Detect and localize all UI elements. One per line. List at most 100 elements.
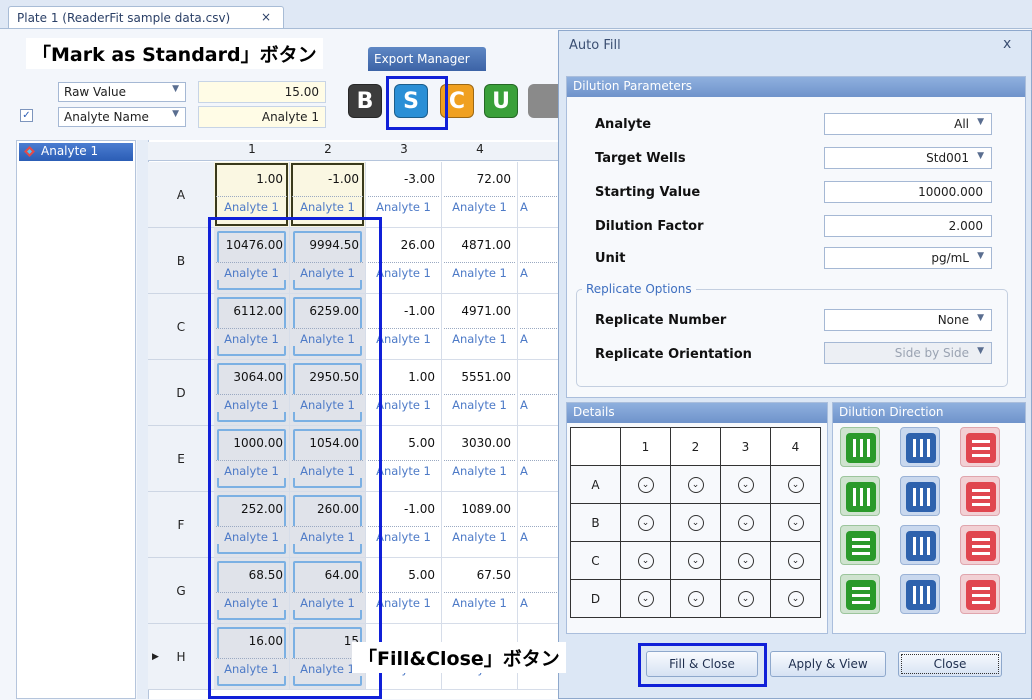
target-wells-select[interactable]: Std001 ▼ bbox=[824, 147, 992, 169]
details-cell[interactable]: ⌄ bbox=[770, 579, 821, 618]
standard-wells-highlight bbox=[208, 217, 382, 699]
close-button[interactable]: Close bbox=[898, 651, 1002, 677]
row-header[interactable]: B bbox=[148, 228, 214, 294]
replicate-number-select[interactable]: None ▼ bbox=[824, 309, 992, 331]
well-value: 4871.00 bbox=[461, 238, 511, 252]
close-tab-icon[interactable]: × bbox=[261, 10, 271, 24]
details-cell[interactable]: ⌄ bbox=[720, 465, 771, 504]
analyte-list-item[interactable]: Analyte 1 bbox=[19, 143, 133, 161]
analyte-label: Analyte bbox=[595, 117, 652, 132]
dilution-direction-button[interactable] bbox=[900, 427, 940, 467]
unit-select[interactable]: pg/mL ▼ bbox=[824, 247, 992, 269]
details-cell[interactable]: ⌄ bbox=[670, 465, 721, 504]
mark-blank-button[interactable]: B bbox=[348, 84, 382, 118]
well-analyte-label: Analyte 1 bbox=[444, 262, 515, 280]
document-tab[interactable]: Plate 1 (ReaderFit sample data.csv) × bbox=[8, 6, 284, 28]
dialog-close-icon[interactable]: x bbox=[1003, 36, 1011, 52]
name-value-field[interactable]: Analyte 1 bbox=[198, 106, 326, 128]
well-analyte-label: Analyte 1 bbox=[444, 196, 515, 214]
chevron-down-icon: ▼ bbox=[977, 346, 984, 356]
display-mode-select[interactable]: Raw Value ▼ bbox=[58, 82, 186, 102]
name-mode-select[interactable]: Analyte Name ▼ bbox=[58, 107, 186, 127]
plate-well[interactable]: 4971.00 Analyte 1 bbox=[442, 294, 518, 360]
well-value: 5.00 bbox=[408, 436, 435, 450]
starting-value-input[interactable]: 10000.000 bbox=[824, 181, 992, 203]
plate-well[interactable]: 67.50 Analyte 1 bbox=[442, 558, 518, 624]
details-cell[interactable]: ⌄ bbox=[670, 579, 721, 618]
dilution-direction-button[interactable] bbox=[960, 427, 1000, 467]
dilution-direction-button[interactable] bbox=[840, 476, 880, 516]
chevron-down-icon: ▼ bbox=[977, 313, 984, 323]
column-header[interactable] bbox=[518, 142, 561, 161]
analyte-select-value: All bbox=[954, 117, 969, 131]
details-cell[interactable]: ⌄ bbox=[770, 503, 821, 542]
analyte-select[interactable]: All ▼ bbox=[824, 113, 992, 135]
dilution-direction-button[interactable] bbox=[840, 574, 880, 614]
row-header[interactable]: A bbox=[148, 162, 214, 228]
well-value: 5551.00 bbox=[461, 370, 511, 384]
details-cell[interactable]: ⌄ bbox=[720, 579, 771, 618]
document-tab-title: Plate 1 (ReaderFit sample data.csv) bbox=[17, 11, 231, 25]
plate-well[interactable]: 3030.00 Analyte 1 bbox=[442, 426, 518, 492]
plate-well[interactable]: A bbox=[518, 558, 560, 624]
details-cell[interactable]: ⌄ bbox=[770, 465, 821, 504]
column-header[interactable]: 2 bbox=[290, 142, 367, 161]
row-header[interactable]: G bbox=[148, 558, 214, 624]
details-cell[interactable]: ⌄ bbox=[620, 541, 671, 580]
name-checkbox[interactable]: ✓ bbox=[20, 109, 33, 122]
apply-view-button[interactable]: Apply & View bbox=[770, 651, 886, 677]
row-header[interactable]: D bbox=[148, 360, 214, 426]
dilution-direction-button[interactable] bbox=[840, 427, 880, 467]
plate-well[interactable]: 5551.00 Analyte 1 bbox=[442, 360, 518, 426]
unit-label: Unit bbox=[595, 251, 626, 266]
details-cell[interactable]: ⌄ bbox=[620, 465, 671, 504]
plate-well[interactable]: A bbox=[518, 360, 560, 426]
details-cell[interactable]: ⌄ bbox=[620, 503, 671, 542]
details-cell[interactable]: ⌄ bbox=[720, 541, 771, 580]
more-toolbar-button[interactable] bbox=[528, 84, 558, 118]
column-header[interactable]: 4 bbox=[442, 142, 519, 161]
details-cell[interactable]: ⌄ bbox=[670, 503, 721, 542]
row-header[interactable]: F bbox=[148, 492, 214, 558]
dilution-arrow-down-icon: ⌄ bbox=[687, 553, 704, 569]
dilution-direction-button[interactable] bbox=[960, 574, 1000, 614]
plate-well[interactable]: 72.00 Analyte 1 bbox=[442, 162, 518, 228]
column-header[interactable]: 1 bbox=[214, 142, 291, 161]
alternate-columns-up-icon bbox=[906, 482, 936, 512]
plate-well[interactable]: 1089.00 Analyte 1 bbox=[442, 492, 518, 558]
details-cell[interactable]: ⌄ bbox=[670, 541, 721, 580]
well-analyte-label: A bbox=[520, 328, 557, 346]
dilution-direction-button[interactable] bbox=[960, 476, 1000, 516]
dilution-direction-button[interactable] bbox=[900, 525, 940, 565]
plate-well[interactable]: A bbox=[518, 492, 560, 558]
plate-well[interactable]: A bbox=[518, 228, 560, 294]
column-header[interactable]: 3 bbox=[366, 142, 443, 161]
dilution-factor-input[interactable]: 2.000 bbox=[824, 215, 992, 237]
tab-export-manager[interactable]: Export Manager bbox=[368, 47, 486, 71]
dilution-direction-button[interactable] bbox=[900, 476, 940, 516]
details-cell[interactable]: ⌄ bbox=[720, 503, 771, 542]
well-value: 5.00 bbox=[408, 568, 435, 582]
well-analyte-label: Analyte 1 bbox=[444, 526, 515, 544]
dilution-arrow-down-icon: ⌄ bbox=[687, 515, 704, 531]
dilution-direction-button[interactable] bbox=[960, 525, 1000, 565]
plate-well[interactable]: 4871.00 Analyte 1 bbox=[442, 228, 518, 294]
details-cell[interactable]: ⌄ bbox=[620, 579, 671, 618]
well-value: 72.00 bbox=[476, 172, 511, 186]
row-header[interactable]: C bbox=[148, 294, 214, 360]
plate-well[interactable]: A bbox=[518, 294, 560, 360]
snake-columns-icon bbox=[906, 580, 936, 610]
details-cell[interactable]: ⌄ bbox=[770, 541, 821, 580]
display-value-field[interactable]: 15.00 bbox=[198, 81, 326, 103]
splitter[interactable] bbox=[137, 140, 148, 699]
plate-well[interactable]: A bbox=[518, 426, 560, 492]
starting-value-label: Starting Value bbox=[595, 185, 701, 200]
dilution-arrow-down-icon: ⌄ bbox=[637, 515, 654, 531]
dilution-direction-button[interactable] bbox=[900, 574, 940, 614]
row-header[interactable]: H ▶ bbox=[148, 624, 214, 690]
mark-unknown-button[interactable]: U bbox=[484, 84, 518, 118]
dilution-direction-button[interactable] bbox=[840, 525, 880, 565]
row-header[interactable]: E bbox=[148, 426, 214, 492]
replicate-orientation-select[interactable]: Side by Side ▼ bbox=[824, 342, 992, 364]
plate-well[interactable]: A bbox=[518, 162, 560, 228]
